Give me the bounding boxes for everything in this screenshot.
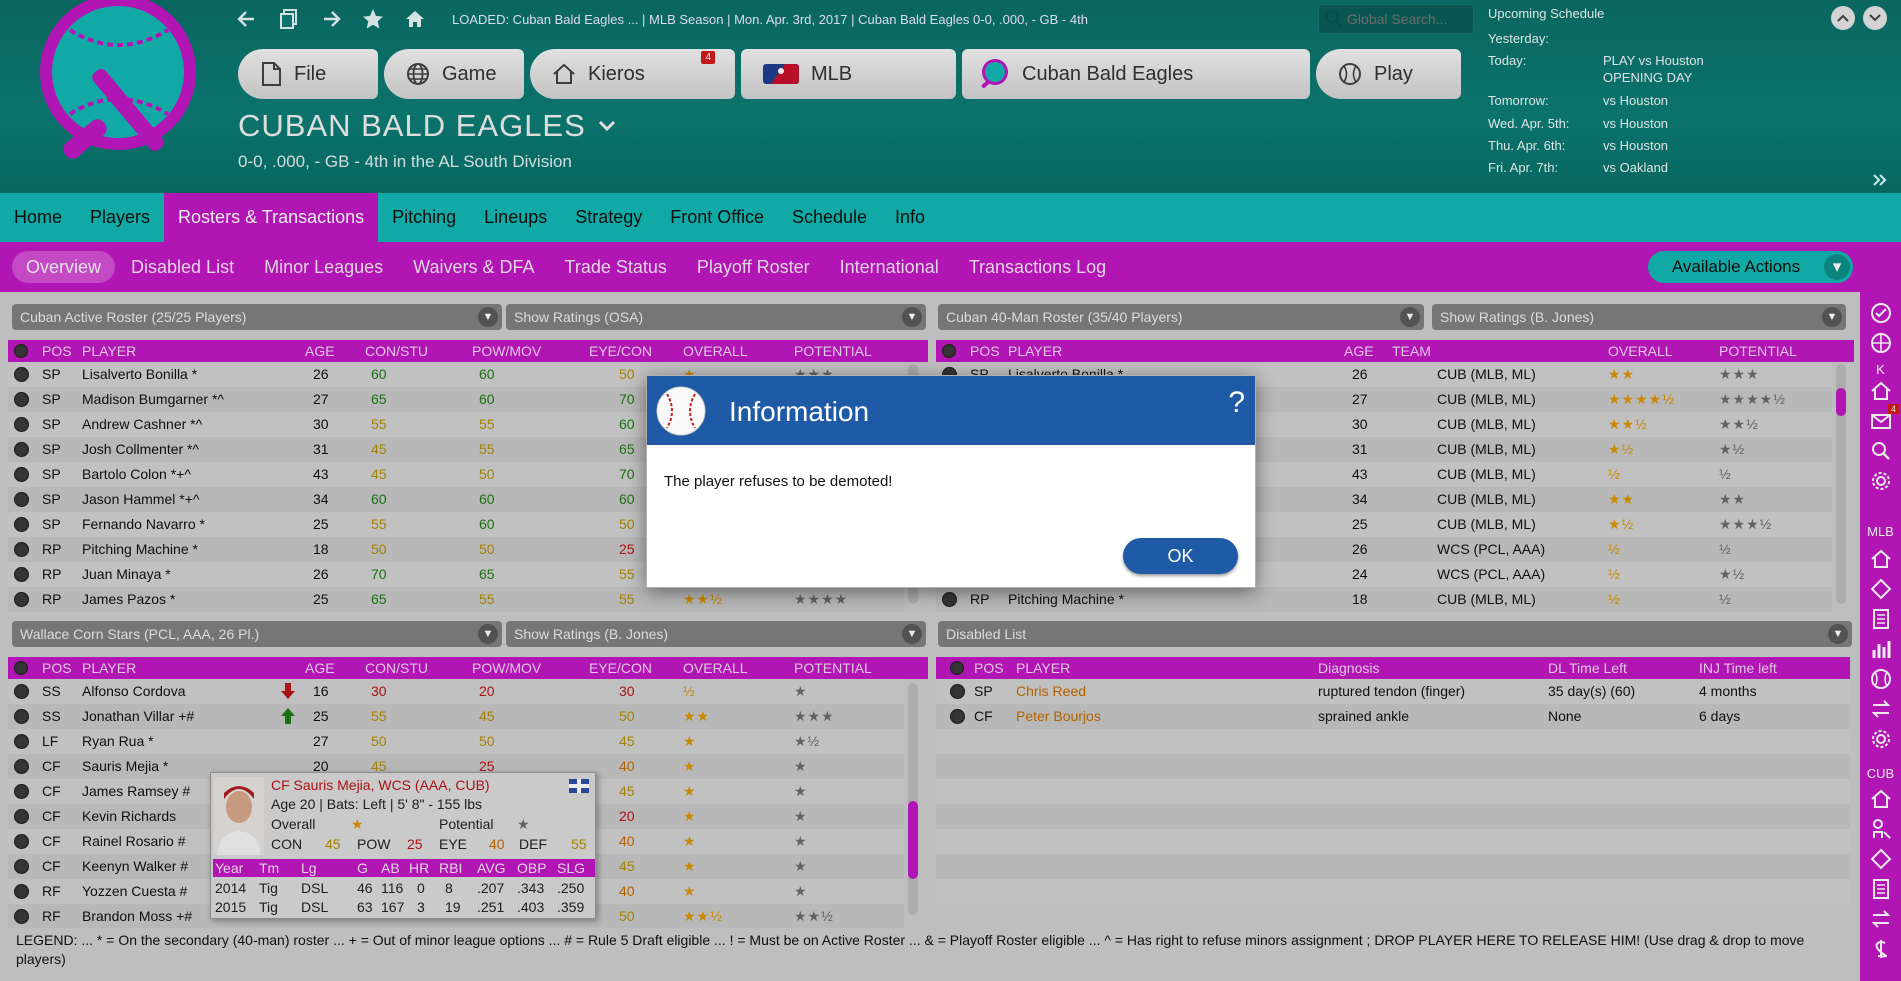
information-dialog: Information ? The player refuses to be d…: [646, 375, 1256, 588]
baseball-icon: [656, 386, 706, 436]
dialog-message: The player refuses to be demoted!: [664, 473, 893, 490]
dialog-header: Information ?: [647, 376, 1255, 445]
ok-button[interactable]: OK: [1123, 538, 1238, 574]
help-icon[interactable]: ?: [1228, 386, 1245, 420]
dialog-title: Information: [729, 396, 870, 427]
